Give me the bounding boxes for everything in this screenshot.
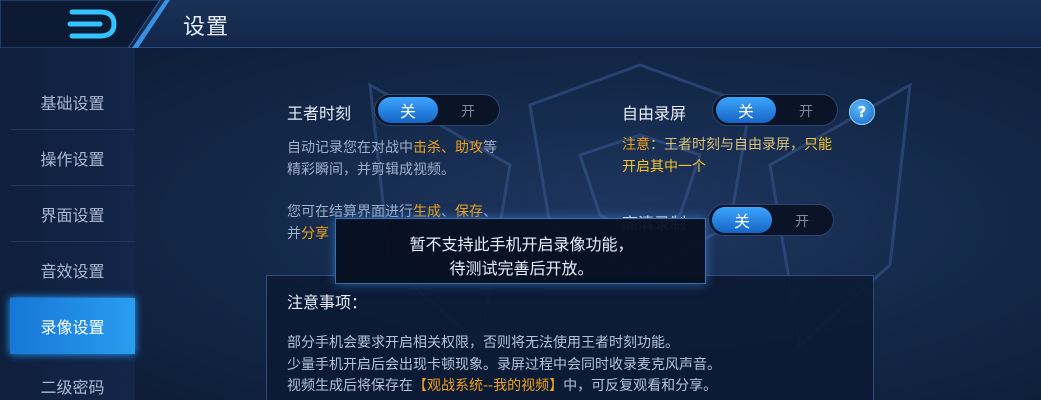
toggle-off-option[interactable]: 关 — [712, 207, 772, 233]
sidebar-item-basic[interactable]: 基础设置 — [10, 74, 135, 130]
help-icon[interactable]: ? — [849, 99, 875, 125]
free-record-note-line2: 开启其中一个 — [622, 159, 706, 175]
free-record-note-line1: 注意：王者时刻与自由录屏，只能 — [622, 137, 832, 153]
sidebar: 基础设置 操作设置 界面设置 音效设置 录像设置 二级密码 — [0, 48, 135, 400]
sidebar-item-recording[interactable]: 录像设置 — [10, 298, 135, 354]
back-button[interactable] — [0, 0, 170, 48]
sidebar-item-sound[interactable]: 音效设置 — [10, 242, 135, 298]
notice-line-1: 部分手机会要求开启相关权限，否则将无法使用王者时刻功能。 — [287, 335, 679, 351]
sidebar-item-interface[interactable]: 界面设置 — [10, 186, 135, 242]
wangzhe-moment-label: 王者时刻 — [287, 104, 352, 123]
notice-line-2: 少量手机开启后会出现卡顿现象。录屏过程中会同时收录麦克风声音。 — [287, 357, 721, 373]
notice-panel: 注意事项： 部分手机会要求开启相关权限，否则将无法使用王者时刻功能。 少量手机开… — [266, 275, 874, 400]
toggle-off-option[interactable]: 关 — [716, 97, 776, 123]
toast-message: 暂不支持此手机开启录像功能， 待测试完善后开放。 — [335, 218, 706, 284]
notice-line-3: 视频生成后将保存在【观战系统--我的视频】中，可反复观看和分享。 — [287, 378, 718, 394]
wangzhe-moment-toggle[interactable]: 关 开 — [374, 94, 500, 126]
sidebar-item-secondary-password[interactable]: 二级密码 — [10, 358, 135, 400]
page-title: 设置 — [183, 15, 230, 40]
top-bar: 设置 — [0, 0, 1041, 48]
wangzhe-desc-line2: 精彩瞬间，并剪辑成视频。 — [287, 162, 455, 178]
toggle-on-option[interactable]: 开 — [461, 101, 475, 121]
free-record-label: 自由录屏 — [622, 104, 687, 123]
sidebar-item-controls[interactable]: 操作设置 — [10, 130, 135, 186]
toast-line-2: 待测试完善后开放。 — [449, 259, 594, 278]
toggle-on-option[interactable]: 开 — [799, 101, 813, 121]
toast-line-1: 暂不支持此手机开启录像功能， — [409, 235, 634, 254]
toggle-on-option[interactable]: 开 — [795, 211, 809, 231]
notice-title: 注意事项： — [287, 293, 368, 312]
wangzhe-desc-line1: 自动记录您在对战中击杀、助攻等 — [287, 140, 497, 156]
wangzhe-desc-line4: 并分享 — [287, 226, 329, 242]
hd-record-toggle[interactable]: 关 开 — [708, 204, 834, 236]
toggle-off-option[interactable]: 关 — [378, 97, 438, 123]
free-record-toggle[interactable]: 关 开 — [712, 94, 838, 126]
